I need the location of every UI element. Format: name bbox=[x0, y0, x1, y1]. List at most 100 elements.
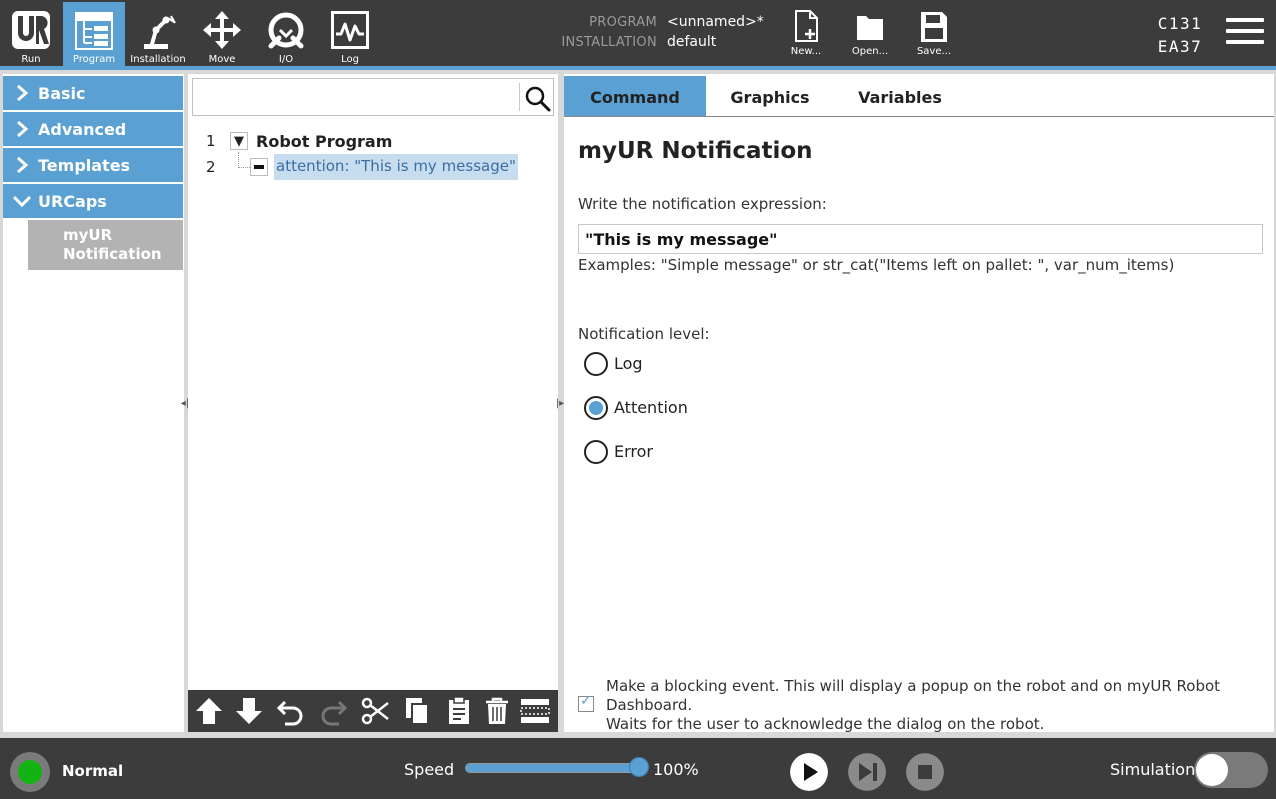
step-icon[interactable] bbox=[848, 753, 886, 791]
category-advanced-label: Advanced bbox=[38, 120, 127, 139]
level-attention-label: Attention bbox=[614, 398, 688, 417]
level-log-label: Log bbox=[614, 354, 643, 373]
category-basic-label: Basic bbox=[38, 84, 86, 103]
robot-serial-line2: EA37 bbox=[1157, 37, 1203, 56]
topbar-accent-line bbox=[0, 66, 1276, 70]
cut-icon[interactable] bbox=[360, 696, 390, 726]
nav-run-button[interactable]: Run bbox=[0, 2, 62, 66]
new-label: New... bbox=[790, 46, 822, 57]
nav-installation-button[interactable]: Installation bbox=[127, 2, 189, 66]
tree-node-attention[interactable]: attention: "This is my message" bbox=[274, 154, 518, 180]
radio-button[interactable] bbox=[584, 440, 608, 464]
simulation-label: Simulation bbox=[1110, 760, 1196, 779]
node-title: myUR Notification bbox=[578, 138, 813, 164]
blocking-event-description: Make a blocking event. This will display… bbox=[606, 677, 1266, 734]
nav-io-button[interactable]: I/O bbox=[255, 2, 317, 66]
tab-command[interactable]: Command bbox=[564, 76, 706, 116]
simulation-toggle[interactable] bbox=[1194, 752, 1268, 788]
chevron-right-icon bbox=[17, 120, 29, 138]
blocking-event-checkbox[interactable] bbox=[578, 693, 594, 712]
category-urcaps[interactable]: URCaps bbox=[3, 184, 183, 218]
urcap-node-myur-notification[interactable]: myUR Notification bbox=[28, 220, 183, 270]
expression-examples: Examples: "Simple message" or str_cat("I… bbox=[578, 256, 1175, 274]
tree-connector bbox=[238, 152, 250, 168]
installation-key: INSTALLATION bbox=[561, 35, 657, 50]
tab-divider bbox=[564, 116, 1274, 117]
chevron-right-icon bbox=[17, 84, 29, 102]
speed-slider[interactable] bbox=[465, 763, 641, 773]
redo-icon bbox=[321, 700, 348, 726]
category-templates[interactable]: Templates bbox=[3, 148, 183, 182]
level-error-label: Error bbox=[614, 442, 653, 461]
blocking-text-line3: Waits for the user to acknowledge the di… bbox=[606, 715, 1045, 733]
speed-label: Speed bbox=[404, 760, 455, 779]
line-number-2: 2 bbox=[206, 158, 216, 176]
nav-run-label: Run bbox=[21, 54, 41, 65]
toggle-knob bbox=[1196, 754, 1228, 786]
leaf-node-icon bbox=[250, 158, 268, 176]
program-info: PROGRAM <unnamed>* INSTALLATION default bbox=[540, 13, 780, 53]
save-button[interactable]: Save... bbox=[907, 10, 961, 62]
copy-icon[interactable] bbox=[402, 696, 432, 726]
speed-slider-fill bbox=[466, 764, 640, 772]
log-waveform-icon bbox=[331, 11, 369, 49]
paste-icon[interactable] bbox=[444, 696, 474, 726]
installation-name: default bbox=[667, 34, 717, 50]
new-file-icon bbox=[795, 10, 818, 42]
ur-logo-icon bbox=[12, 11, 50, 49]
play-icon[interactable] bbox=[790, 753, 828, 791]
io-icon bbox=[268, 12, 304, 49]
save-label: Save... bbox=[916, 46, 952, 57]
program-name: <unnamed>* bbox=[667, 14, 764, 30]
status-indicator-icon[interactable] bbox=[10, 752, 50, 792]
tab-variables[interactable]: Variables bbox=[836, 76, 964, 116]
move-down-icon[interactable] bbox=[234, 696, 264, 726]
collapse-toggle-icon[interactable]: ▼ bbox=[230, 132, 248, 150]
category-basic[interactable]: Basic bbox=[3, 76, 183, 110]
nav-io-label: I/O bbox=[278, 54, 294, 65]
nav-move-button[interactable]: Move bbox=[191, 2, 253, 66]
notification-level-label: Notification level: bbox=[578, 325, 710, 343]
program-tree-icon bbox=[75, 12, 113, 50]
save-icon bbox=[921, 12, 947, 42]
suppress-icon[interactable] bbox=[520, 696, 550, 726]
nav-installation-label: Installation bbox=[130, 54, 186, 65]
program-tree-panel: 1 ▼ Robot Program 2 attention: "This is … bbox=[188, 74, 558, 732]
nav-log-button[interactable]: Log bbox=[319, 2, 381, 66]
stop-icon[interactable] bbox=[906, 753, 944, 791]
notification-expression-input[interactable] bbox=[578, 224, 1263, 254]
radio-button[interactable] bbox=[584, 352, 608, 376]
open-button[interactable]: Open... bbox=[843, 10, 897, 62]
node-category-panel: Basic Advanced Templates URCaps myUR Not… bbox=[3, 74, 184, 732]
expression-label: Write the notification expression: bbox=[578, 195, 827, 213]
search-icon[interactable] bbox=[525, 86, 551, 112]
robot-arm-icon bbox=[144, 15, 176, 49]
blocking-text-line2: Dashboard. bbox=[606, 696, 693, 714]
search-separator bbox=[519, 83, 520, 111]
hamburger-menu-icon[interactable] bbox=[1226, 18, 1264, 48]
nav-log-label: Log bbox=[341, 54, 359, 65]
blocking-text-line1: Make a blocking event. This will display… bbox=[606, 677, 1221, 695]
node-editor-panel: Command Graphics Variables myUR Notifica… bbox=[564, 74, 1274, 734]
line-number-1: 1 bbox=[206, 132, 216, 150]
move-arrows-icon bbox=[203, 11, 241, 49]
folder-icon bbox=[857, 16, 883, 40]
speed-slider-knob[interactable] bbox=[629, 757, 649, 777]
tree-search-field[interactable] bbox=[192, 78, 554, 116]
undo-icon[interactable] bbox=[276, 696, 306, 726]
move-up-icon[interactable] bbox=[194, 696, 224, 726]
nav-move-label: Move bbox=[208, 54, 236, 65]
tab-graphics[interactable]: Graphics bbox=[706, 76, 834, 116]
robot-serial-line1: C131 bbox=[1157, 14, 1203, 33]
category-advanced[interactable]: Advanced bbox=[3, 112, 183, 146]
tree-node-robot-program[interactable]: Robot Program bbox=[256, 132, 392, 151]
program-key: PROGRAM bbox=[589, 15, 657, 30]
new-button[interactable]: New... bbox=[779, 10, 833, 62]
speed-value: 100% bbox=[653, 760, 699, 779]
chevron-down-icon bbox=[13, 195, 31, 208]
robot-serial: C131 EA37 bbox=[1140, 12, 1220, 58]
delete-icon[interactable] bbox=[482, 696, 512, 726]
radio-button-selected[interactable] bbox=[584, 396, 608, 420]
urcap-node-label-line2: Notification bbox=[63, 245, 162, 263]
nav-program-button[interactable]: Program bbox=[63, 2, 125, 66]
